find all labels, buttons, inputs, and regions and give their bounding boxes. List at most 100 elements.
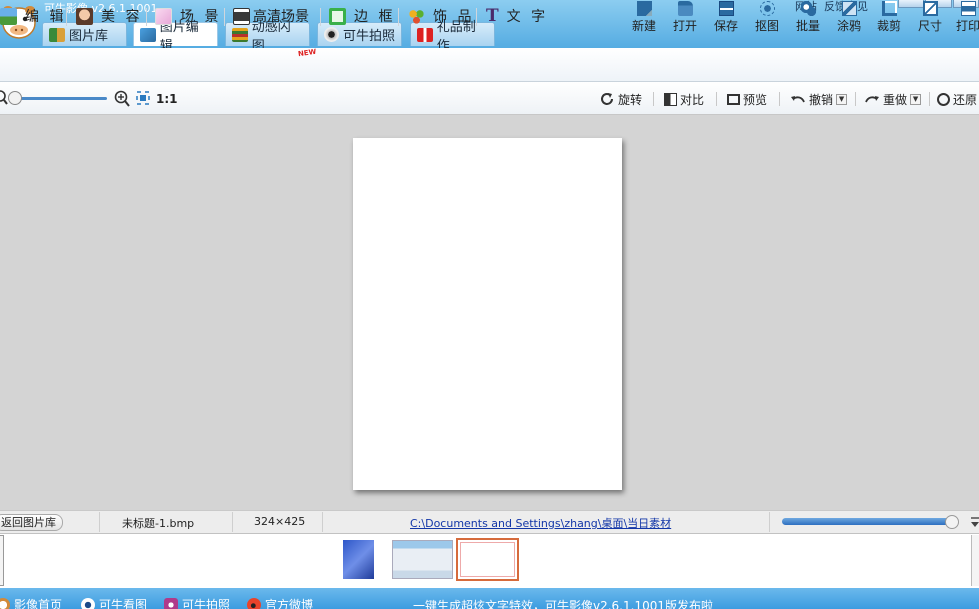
- clover-icon: [408, 7, 425, 25]
- thumbnail-size-slider-thumb[interactable]: [945, 515, 959, 529]
- cutout-button[interactable]: 抠图: [750, 1, 784, 33]
- undo-button[interactable]: 撤销 ▼: [790, 90, 848, 108]
- news-ticker[interactable]: 一键生成超炫文字特效，可牛影像v2.6.1.1001版发布啦: [413, 597, 713, 609]
- doodle-button[interactable]: 涂鸦: [832, 1, 866, 33]
- restore-icon: [937, 92, 950, 106]
- rotate-icon: [601, 93, 613, 105]
- action-label: 保存: [713, 19, 738, 33]
- save-button[interactable]: 保存: [709, 1, 743, 33]
- thumbnail-screenshot[interactable]: [392, 540, 453, 579]
- tool-label: 文 字: [506, 9, 549, 25]
- divider: [653, 92, 654, 106]
- tab-label: 可牛拍照: [343, 29, 396, 44]
- preview-button[interactable]: 预览: [727, 90, 767, 108]
- text-t-icon: T: [486, 6, 499, 26]
- gears-icon: [800, 1, 816, 16]
- floppy-icon: [718, 1, 734, 16]
- strip-scrollbar[interactable]: [971, 535, 979, 586]
- camera-link[interactable]: 可牛拍照: [164, 596, 230, 609]
- crop-icon: [881, 1, 897, 16]
- divider: [320, 8, 321, 26]
- thumbnail-blank-selected[interactable]: [456, 538, 519, 581]
- batch-button[interactable]: 批量: [791, 1, 825, 33]
- tool-border[interactable]: 边 框: [329, 5, 395, 27]
- tool-label: 场 景: [180, 9, 222, 25]
- preview-icon: [727, 93, 740, 105]
- hd-scene-icon: [233, 7, 250, 25]
- zoom-slider[interactable]: [14, 97, 107, 100]
- thumbnail-blue-portrait[interactable]: [343, 540, 374, 579]
- cutout-icon: [759, 1, 775, 16]
- redo-button[interactable]: 重做 ▼: [864, 90, 922, 108]
- resize-icon: [922, 1, 938, 16]
- action-label: 涂鸦: [836, 19, 861, 33]
- printer-icon: [960, 1, 976, 16]
- divider: [779, 92, 780, 106]
- crop-button[interactable]: 裁剪: [872, 1, 906, 33]
- divider: [769, 512, 770, 532]
- tool-label: 饰 品: [433, 9, 475, 25]
- menu-arrow-icon[interactable]: [970, 515, 979, 529]
- divider: [398, 8, 399, 26]
- divider: [716, 92, 717, 106]
- face-icon: [76, 7, 93, 25]
- divider: [855, 92, 856, 106]
- print-button[interactable]: 打印: [951, 1, 979, 33]
- resize-button[interactable]: 尺寸: [913, 1, 947, 33]
- compare-button[interactable]: 对比: [664, 90, 704, 108]
- actual-size-button[interactable]: 1:1: [156, 90, 178, 108]
- weibo-link[interactable]: 官方微博: [247, 596, 313, 609]
- edit-toolbar: [0, 48, 979, 82]
- file-path-link[interactable]: C:\Documents and Settings\zhang\桌面\当日素材: [410, 515, 671, 531]
- camera-link-label: 可牛拍照: [182, 598, 231, 609]
- file-name: 未标题-1.bmp: [122, 517, 195, 530]
- eye-icon: [81, 597, 95, 609]
- zoom-in-icon[interactable]: [114, 90, 130, 107]
- tool-accessory[interactable]: 饰 品: [408, 5, 474, 27]
- strip-scroll-left[interactable]: [0, 535, 4, 586]
- action-label: 打开: [672, 19, 697, 33]
- tool-edit[interactable]: 编 辑: [0, 5, 66, 27]
- divider: [224, 8, 225, 26]
- zoom-out-icon[interactable]: [0, 90, 8, 106]
- fit-screen-icon[interactable]: [136, 91, 150, 105]
- undo-label: 撤销: [809, 92, 834, 107]
- weibo-link-label: 官方微博: [265, 598, 314, 609]
- folder-icon: [677, 1, 693, 16]
- open-button[interactable]: 打开: [668, 1, 702, 33]
- border-icon: [329, 7, 346, 25]
- action-label: 尺寸: [917, 19, 942, 33]
- cow-icon: [0, 597, 10, 609]
- divider: [232, 512, 233, 532]
- landscape-icon: [0, 7, 17, 25]
- divider: [929, 92, 930, 106]
- action-label: 裁剪: [876, 19, 901, 33]
- paint-icon: [841, 1, 857, 16]
- zoom-slider-thumb[interactable]: [8, 91, 22, 105]
- viewer-link-label: 可牛看图: [99, 598, 148, 609]
- viewer-link[interactable]: 可牛看图: [81, 596, 147, 609]
- home-link[interactable]: 影像首页: [0, 596, 62, 609]
- rotate-button[interactable]: 旋转: [599, 90, 642, 108]
- weibo-icon: [247, 597, 261, 609]
- new-button[interactable]: 新建: [627, 1, 661, 33]
- tool-beauty[interactable]: 美 容: [76, 5, 142, 27]
- restore-button[interactable]: 还原: [937, 90, 977, 108]
- tool-hd-scene[interactable]: 高清场景: [233, 5, 309, 27]
- image-dimensions: 324×425: [254, 515, 306, 528]
- redo-dropdown-icon[interactable]: ▼: [910, 93, 922, 105]
- divider: [66, 8, 67, 26]
- frame-scene-icon: [155, 7, 172, 25]
- tab-label: 图片库: [69, 29, 109, 44]
- undo-dropdown-icon[interactable]: ▼: [836, 93, 848, 105]
- tool-text[interactable]: T 文 字: [486, 5, 548, 27]
- tool-scene[interactable]: 场 景: [155, 5, 221, 27]
- action-label: 抠图: [754, 19, 779, 33]
- undo-icon: [791, 96, 805, 103]
- thumbnail-size-slider[interactable]: [782, 518, 954, 525]
- new-file-icon: [636, 1, 652, 16]
- image-canvas[interactable]: [353, 138, 622, 490]
- tool-label: 边 框: [354, 9, 396, 25]
- back-to-gallery-button[interactable]: 返回图片库: [0, 514, 63, 531]
- restore-label: 还原: [953, 92, 978, 107]
